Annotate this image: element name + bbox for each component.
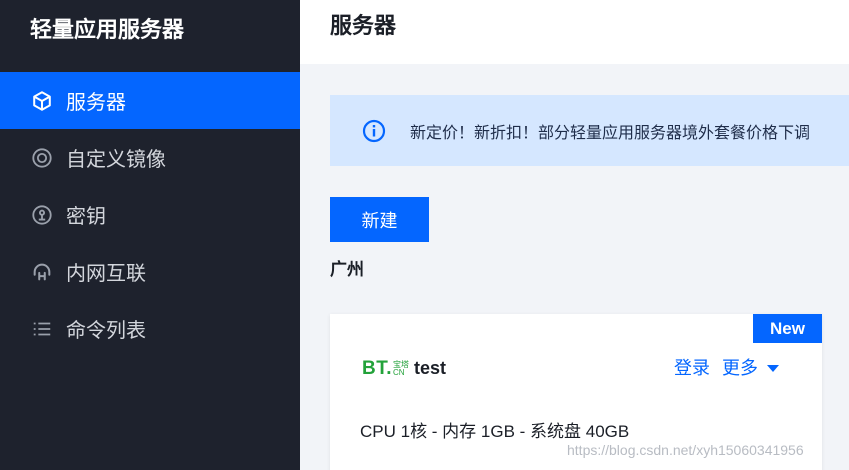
watermark: https://blog.csdn.net/xyh15060341956 — [567, 442, 804, 458]
create-button[interactable]: 新建 — [330, 197, 429, 242]
sidebar-item-label: 自定义镜像 — [66, 149, 166, 171]
sidebar-item-label: 服务器 — [66, 92, 126, 114]
network-icon — [30, 260, 54, 284]
sidebar-item-keys[interactable]: 密钥 — [0, 186, 300, 243]
login-link[interactable]: 登录 — [674, 356, 710, 380]
sidebar-item-commands[interactable]: 命令列表 — [0, 300, 300, 357]
list-icon — [30, 317, 54, 341]
more-label: 更多 — [722, 358, 758, 378]
cube-icon — [30, 89, 54, 113]
main-content: 服务器 新定价！新折扣！部分轻量应用服务器境外套餐价格下调 新建 广州 New … — [300, 0, 849, 470]
sidebar-item-label: 密钥 — [66, 206, 106, 228]
notice-banner: 新定价！新折扣！部分轻量应用服务器境外套餐价格下调 — [330, 95, 849, 166]
server-specs: CPU 1核 - 内存 1GB - 系统盘 40GB — [360, 422, 630, 441]
app-brand-title: 轻量应用服务器 — [30, 17, 185, 42]
bt-panel-logo: BT. 宝塔 CN — [362, 358, 409, 379]
page-header: 服务器 — [300, 0, 849, 64]
sidebar-item-intranet[interactable]: 内网互联 — [0, 243, 300, 300]
sidebar: 轻量应用服务器 服务器 自定义镜像 密钥 内网互联 命令列表 — [0, 0, 300, 470]
server-name: test — [414, 358, 447, 378]
sidebar-nav: 服务器 自定义镜像 密钥 内网互联 命令列表 — [0, 72, 300, 357]
caret-down-icon — [767, 364, 779, 372]
region-label: 广州 — [330, 260, 364, 279]
disc-icon — [30, 146, 54, 170]
page-title: 服务器 — [330, 13, 397, 38]
sidebar-item-custom-images[interactable]: 自定义镜像 — [0, 129, 300, 186]
sidebar-item-servers[interactable]: 服务器 — [0, 72, 300, 129]
info-icon — [362, 119, 386, 143]
more-dropdown[interactable]: 更多 — [722, 356, 779, 380]
sidebar-item-label: 命令列表 — [66, 320, 146, 342]
notice-text: 新定价！新折扣！部分轻量应用服务器境外套餐价格下调 — [410, 124, 811, 142]
key-icon — [30, 203, 54, 227]
sidebar-item-label: 内网互联 — [66, 263, 146, 285]
new-badge: New — [753, 314, 822, 343]
